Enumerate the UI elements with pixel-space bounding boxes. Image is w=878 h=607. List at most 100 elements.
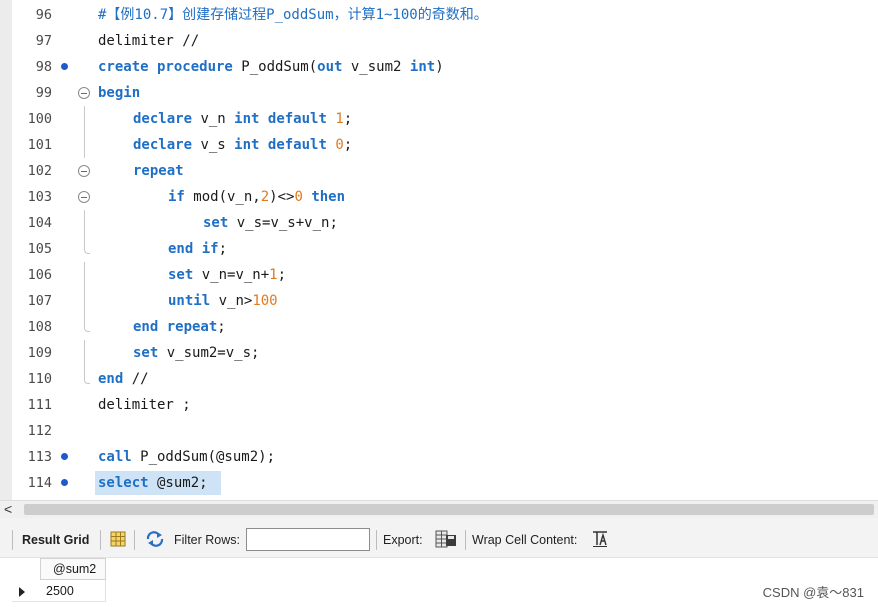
code-line[interactable]: 112 (0, 418, 878, 444)
toolbar-separator (376, 530, 377, 550)
line-number: 103 (27, 189, 52, 205)
export-label: Export: (383, 533, 423, 547)
code-token: @sum2; (148, 475, 208, 491)
wrap-cell-content-label: Wrap Cell Content: (472, 533, 578, 547)
filter-refresh-icon[interactable] (145, 531, 165, 551)
line-number: 98 (35, 59, 52, 75)
code-line[interactable]: 98 create procedure P_oddSum(out v_sum2 i… (0, 54, 878, 80)
code-line[interactable]: 103 if mod(v_n,2)<>0 then (0, 184, 878, 210)
code-text: end repeat; (133, 314, 226, 340)
code-line[interactable]: 109 set v_sum2=v_s; (0, 340, 878, 366)
code-line[interactable]: 108 end repeat; (0, 314, 878, 340)
line-number: 110 (27, 371, 52, 387)
code-token: repeat (133, 163, 184, 179)
toolbar-separator (100, 530, 101, 550)
code-token: delimiter // (98, 33, 200, 49)
watermark: CSDN @袁～831 (762, 585, 864, 600)
fold-guide (84, 210, 85, 236)
line-number: 101 (27, 137, 52, 153)
code-token: begin (98, 85, 141, 101)
code-line[interactable]: 100 declare v_n int default 1; (0, 106, 878, 132)
line-number: 105 (27, 241, 52, 257)
code-token: until (168, 293, 211, 309)
code-text: delimiter ; (98, 392, 191, 418)
column-header-sum2[interactable]: @sum2 (40, 558, 106, 580)
code-line[interactable]: 97 delimiter // (0, 28, 878, 54)
line-number: 113 (27, 449, 52, 465)
code-token: int default (234, 111, 327, 127)
code-token: ; (218, 241, 228, 257)
code-token: 100 (252, 293, 278, 309)
code-text: select @sum2; (98, 470, 208, 496)
result-grid-tab[interactable]: Result Grid (22, 532, 89, 548)
code-text: delimiter // (98, 28, 199, 54)
scroll-left-arrow[interactable]: < (4, 501, 12, 518)
code-token: P_oddSum( (232, 59, 318, 75)
fold-end-guide (84, 314, 90, 332)
code-line[interactable]: 96 #【例10.7】创建存储过程P_oddSum，计算1~100的奇数和。 (0, 2, 878, 28)
result-grid: @sum2 2500 (0, 558, 878, 607)
result-cell[interactable]: 2500 (40, 580, 106, 602)
filter-rows-input[interactable] (246, 528, 370, 551)
fold-collapse-icon[interactable] (78, 191, 90, 203)
code-line[interactable]: 111 delimiter ; (0, 392, 878, 418)
line-number: 100 (27, 111, 52, 127)
code-text: declare v_n int default 1; (133, 106, 352, 132)
code-line[interactable]: 113 call P_oddSum(@sum2); (0, 444, 878, 470)
sql-editor[interactable]: 96 #【例10.7】创建存储过程P_oddSum，计算1~100的奇数和。 97 d… (0, 0, 878, 500)
horizontal-scrollbar[interactable]: < (0, 500, 878, 518)
result-toolbar: Result Grid Filter Rows: Export: Wrap Ce… (0, 518, 878, 558)
line-number: 102 (27, 163, 52, 179)
code-token: end if (168, 241, 219, 257)
code-line[interactable]: 99 begin (0, 80, 878, 106)
line-number: 97 (35, 33, 52, 49)
fold-guide (84, 288, 85, 314)
code-token: int (409, 59, 436, 75)
code-line[interactable]: 104 set v_s=v_s+v_n; (0, 210, 878, 236)
row-header-column (12, 558, 40, 607)
code-token: ) (435, 59, 444, 75)
statement-marker-icon (61, 63, 68, 70)
code-token: declare (133, 137, 193, 153)
code-text: call P_oddSum(@sum2); (98, 444, 275, 470)
fold-collapse-icon[interactable] (78, 87, 90, 99)
wrap-text-icon[interactable] (591, 530, 609, 552)
grid-view-icon[interactable] (110, 531, 126, 551)
code-token: ; (343, 111, 353, 127)
fold-collapse-icon[interactable] (78, 165, 90, 177)
line-number: 108 (27, 319, 52, 335)
code-token: out (317, 59, 343, 75)
code-text: #【例10.7】创建存储过程P_oddSum，计算1~100的奇数和。 (98, 2, 488, 28)
line-number: 112 (27, 423, 52, 439)
code-token: v_sum2=v_s; (158, 345, 260, 361)
line-number: 106 (27, 267, 52, 283)
code-token: create procedure (98, 59, 233, 75)
scrollbar-thumb[interactable] (24, 504, 874, 515)
code-text: end // (98, 366, 149, 392)
code-token: delimiter ; (98, 397, 191, 413)
toolbar-separator (134, 530, 135, 550)
code-text: end if; (168, 236, 227, 262)
code-token: if (168, 189, 185, 205)
code-token: ; (343, 137, 353, 153)
code-line[interactable]: 101 declare v_s int default 0; (0, 132, 878, 158)
export-icon[interactable] (435, 530, 457, 552)
line-number: 96 (35, 7, 52, 23)
code-line[interactable]: 110 end // (0, 366, 878, 392)
row-divider (12, 601, 106, 602)
code-token: set (168, 267, 194, 283)
code-token: v_n> (210, 293, 253, 309)
code-line[interactable]: 107 until v_n>100 (0, 288, 878, 314)
code-token: 0 (335, 137, 344, 153)
code-text: if mod(v_n,2)<>0 then (168, 184, 345, 210)
line-number: 107 (27, 293, 52, 309)
code-token: #【例10.7】创建存储过程P_oddSum，计算1~100的奇数和。 (98, 7, 488, 23)
code-line[interactable]: 114 select @sum2; (0, 470, 878, 496)
code-line[interactable]: 106 set v_n=v_n+1; (0, 262, 878, 288)
code-token: P_oddSum(@sum2); (131, 449, 276, 465)
code-line[interactable]: 105 end if; (0, 236, 878, 262)
fold-guide (84, 340, 85, 366)
code-text: declare v_s int default 0; (133, 132, 352, 158)
code-line[interactable]: 102 repeat (0, 158, 878, 184)
code-token: v_s (192, 137, 235, 153)
